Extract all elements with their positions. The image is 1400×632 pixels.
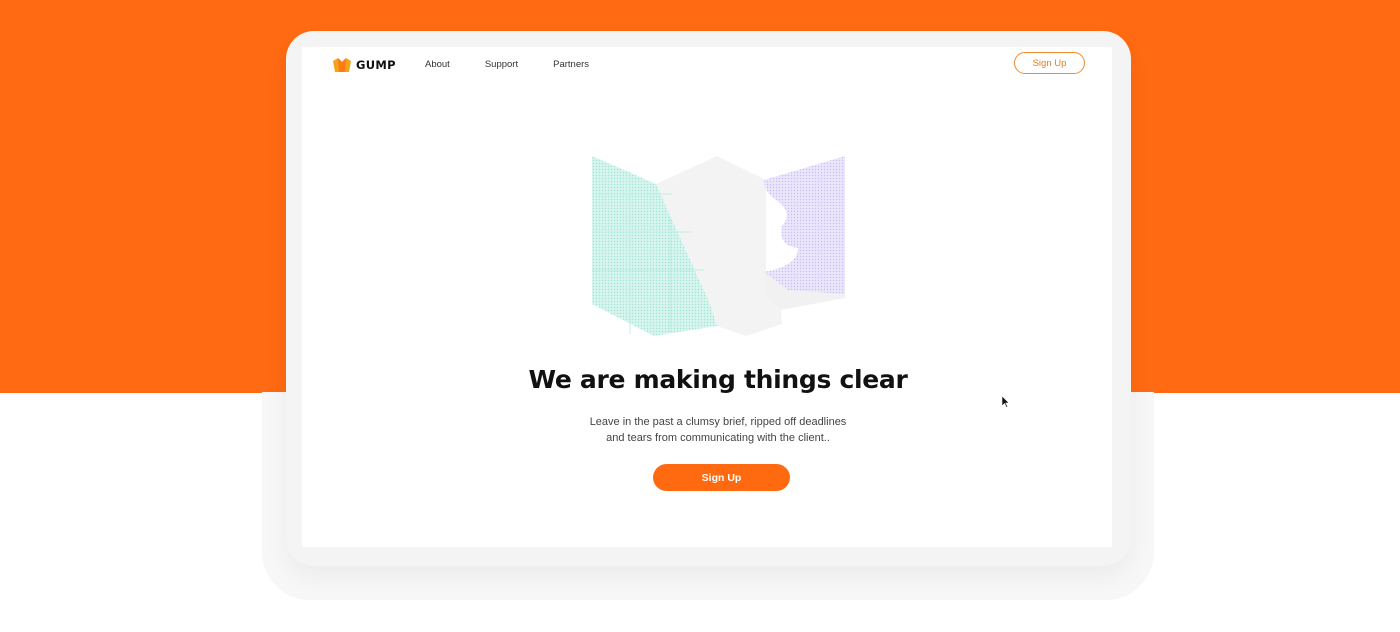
nav-link-support[interactable]: Support: [485, 59, 518, 70]
folded-map-illustration: [592, 156, 845, 336]
brand-name: GUMP: [356, 58, 396, 72]
mouse-cursor-icon: [1002, 396, 1010, 408]
crown-logo-icon: [333, 58, 351, 72]
hero-title: We are making things clear: [528, 365, 908, 394]
hero-subtitle-line-1: Leave in the past a clumsy brief, ripped…: [589, 416, 847, 428]
header-signup-button[interactable]: Sign Up: [1014, 52, 1085, 74]
hero-subtitle: Leave in the past a clumsy brief, ripped…: [302, 414, 1112, 446]
nav-link-about[interactable]: About: [425, 59, 450, 70]
hero-signup-button[interactable]: Sign Up: [653, 464, 790, 491]
brand-logo[interactable]: GUMP: [333, 57, 396, 73]
website-screen: GUMP About Support Partners Sign Up We a…: [302, 47, 1112, 547]
hero-subtitle-line-2: and tears from communicating with the cl…: [606, 432, 830, 444]
nav-link-partners[interactable]: Partners: [553, 59, 589, 70]
main-nav: About Support Partners: [425, 59, 624, 70]
presentation-stage: GUMP About Support Partners Sign Up We a…: [0, 0, 1400, 632]
